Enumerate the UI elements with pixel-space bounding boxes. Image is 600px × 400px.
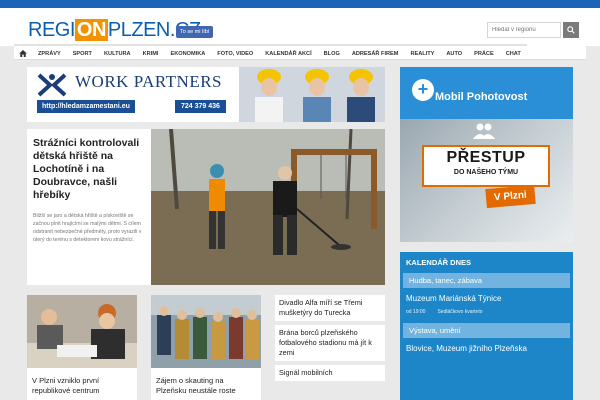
nav-ekonomika[interactable]: EKONOMIKA: [164, 44, 212, 59]
calendar-event-place: Muzeum Mariánská Týnice: [406, 294, 502, 303]
work-partners-logo-icon: [37, 73, 67, 97]
nav-home[interactable]: [14, 44, 32, 59]
work-partners-phone: 724 379 436: [175, 100, 226, 113]
work-partners-url: http://hledamzamestani.eu: [37, 100, 135, 113]
search-icon: [567, 26, 575, 34]
calendar-event-place: Blovice, Muzeum jižního Plzeňska: [406, 344, 527, 353]
mobil-pohotovost-ad[interactable]: + Mobil Pohotovost PŘESTUP DO NAŠEHO TÝM…: [400, 67, 573, 242]
article-card[interactable]: Zájem o skauting na Plzeňsku neustále ro…: [151, 295, 261, 400]
nav-adresar-firem[interactable]: ADRESÁŘ FIREM: [345, 44, 405, 59]
top-bar: [0, 0, 600, 8]
search-input[interactable]: [487, 22, 561, 38]
ad-brand-title: Mobil Pohotovost: [435, 91, 528, 103]
facebook-like-button[interactable]: To se mi líbí: [176, 26, 214, 38]
calendar-event-name: Sedláčkovo kvarteto: [437, 309, 483, 315]
site-header: REGI ON PLZEN.CZ To se mi líbí: [0, 8, 600, 46]
calendar-category-art[interactable]: Výstava, umění: [403, 323, 570, 338]
lead-article-perex: Bližší se jaro a dětská hřiště a pískovi…: [33, 213, 142, 243]
headline-item[interactable]: Brána borců plzeňského fotbalového stadi…: [275, 325, 385, 361]
calendar-event[interactable]: Blovice, Muzeum jižního Plzeňska: [400, 338, 573, 355]
nav-krimi[interactable]: KRIMI: [136, 44, 165, 59]
article-card-title[interactable]: Zájem o skauting na Plzeňsku neustále ro…: [151, 373, 261, 399]
work-partners-banner[interactable]: WORK PARTNERS http://hledamzamestani.eu …: [27, 67, 385, 122]
ad-subline: DO NAŠEHO TÝMU: [453, 169, 519, 176]
article-card-title[interactable]: V Plzni vzniklo první republikové centru…: [27, 373, 137, 399]
nav-blog[interactable]: BLOG: [317, 44, 346, 59]
article-card[interactable]: V Plzni vzniklo první republikové centru…: [27, 295, 137, 400]
site-logo[interactable]: REGI ON PLZEN.CZ: [28, 19, 201, 42]
calendar-event-time: od 19:00: [406, 309, 426, 315]
nav-auto[interactable]: AUTO: [440, 44, 469, 59]
plus-icon: +: [412, 79, 434, 101]
headline-item[interactable]: Signál mobilních: [275, 365, 385, 381]
work-partners-title: WORK PARTNERS: [75, 72, 223, 91]
calendar-event[interactable]: Muzeum Mariánská Týnice od 19:00 Sedláčk…: [400, 288, 573, 317]
workers-illustration: [239, 67, 385, 122]
lead-article[interactable]: Strážníci kontrolovali dětská hřiště na …: [27, 129, 151, 285]
search-button[interactable]: [563, 22, 579, 38]
headline-list: Divadlo Alfa míří se Třemi mušketýry do …: [275, 295, 385, 400]
calendar-category-music[interactable]: Hudba, tanec, zábava: [403, 273, 570, 288]
nav-chat[interactable]: CHAT: [499, 44, 527, 59]
nav-foto-video[interactable]: FOTO, VIDEO: [211, 44, 260, 59]
calendar-title: KALENDÁŘ DNES: [406, 258, 472, 267]
calendar-today: KALENDÁŘ DNES Hudba, tanec, zábava Muzeu…: [400, 252, 573, 400]
nav-reality[interactable]: REALITY: [404, 44, 441, 59]
ad-headline: PŘESTUP: [446, 149, 526, 166]
nav-zpravy[interactable]: ZPRÁVY: [32, 44, 67, 59]
lead-article-photo[interactable]: [151, 129, 385, 285]
search-box: [487, 22, 579, 38]
nav-kalendar-akci[interactable]: KALENDÁŘ AKCÍ: [259, 44, 318, 59]
ad-headline-box: PŘESTUP DO NAŠEHO TÝMU: [422, 145, 550, 187]
headline-item[interactable]: Divadlo Alfa míří se Třemi mušketýry do …: [275, 295, 385, 321]
home-icon: [19, 49, 27, 57]
main-navigation: ZPRÁVY SPORT KULTURA KRIMI EKONOMIKA FOT…: [14, 44, 586, 60]
nav-prace[interactable]: PRÁCE: [468, 44, 500, 59]
article-card-photo: [151, 295, 261, 368]
article-card-photo: [27, 295, 137, 368]
people-icon: [473, 123, 495, 139]
nav-kultura[interactable]: KULTURA: [97, 44, 137, 59]
facebook-like-label: To se mi líbí: [180, 29, 210, 35]
nav-sport[interactable]: SPORT: [66, 44, 98, 59]
lead-article-title[interactable]: Strážníci kontrolovali dětská hřiště na …: [33, 137, 145, 202]
